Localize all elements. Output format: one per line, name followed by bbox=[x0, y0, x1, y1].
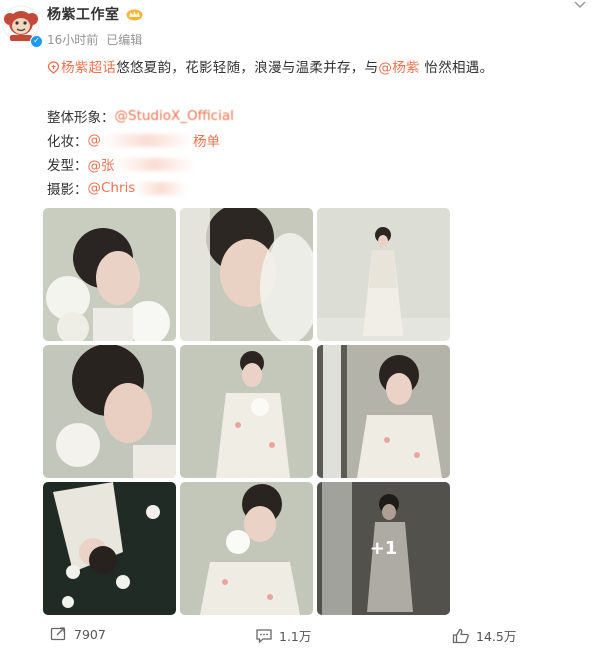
comment-button[interactable]: 1.1万 bbox=[255, 626, 311, 645]
credit-label: 摄影： bbox=[47, 182, 88, 198]
photo-holding-flower bbox=[180, 345, 313, 478]
redacted-text bbox=[135, 181, 188, 195]
photo-9[interactable]: +1 bbox=[317, 482, 450, 615]
chevron-down-icon[interactable] bbox=[573, 0, 587, 10]
credit-handle[interactable]: @Chris bbox=[88, 180, 136, 196]
credit-line-hair: 发型： @张 bbox=[47, 154, 195, 174]
post-text: 杨紫超话悠悠夏韵，花影轻随，浪漫与温柔并存，与@杨紫 怡然相遇。 bbox=[47, 59, 577, 77]
comment-count: 1.1万 bbox=[279, 629, 312, 644]
photo-3[interactable] bbox=[317, 208, 450, 341]
photo-portrait-flowers bbox=[43, 208, 176, 341]
more-photos-overlay[interactable]: +1 bbox=[317, 482, 450, 615]
photo-full-dress bbox=[317, 208, 450, 341]
photo-4[interactable] bbox=[43, 345, 176, 478]
like-icon bbox=[452, 628, 469, 643]
post-body-text-2: 怡然相遇。 bbox=[419, 60, 494, 76]
post-time[interactable]: 16小时前 bbox=[47, 31, 98, 48]
mention-link[interactable]: @杨紫 bbox=[378, 60, 419, 76]
credit-handle[interactable]: @张 bbox=[88, 154, 115, 174]
photo-5[interactable] bbox=[180, 345, 313, 478]
photo-portrait-blur bbox=[180, 208, 313, 341]
post-meta: 16小时前 已编辑 bbox=[47, 31, 142, 48]
crown-badge-icon[interactable] bbox=[126, 8, 143, 21]
redacted-text bbox=[114, 157, 195, 171]
post-body-text-1: 悠悠夏韵，花影轻随，浪漫与温柔并存，与 bbox=[116, 60, 379, 76]
credit-line-styling: 整体形象： @StudioX_Official bbox=[47, 106, 234, 126]
photo-7[interactable] bbox=[43, 482, 176, 615]
verified-icon: ✓ bbox=[30, 35, 43, 48]
action-bar: 7907 1.1万 14.5万 bbox=[0, 620, 593, 648]
author-name[interactable]: 杨紫工作室 bbox=[47, 4, 120, 24]
share-count: 7907 bbox=[74, 626, 106, 642]
credit-label: 化妆： bbox=[47, 134, 88, 150]
photo-2[interactable] bbox=[180, 208, 313, 341]
comment-icon bbox=[256, 628, 272, 643]
credit-label: 发型： bbox=[47, 158, 88, 174]
redacted-text bbox=[101, 133, 193, 147]
photo-lying-flowers bbox=[43, 482, 176, 615]
topic-label: 杨紫超话 bbox=[61, 60, 117, 76]
credit-handle[interactable]: @ bbox=[88, 132, 102, 148]
credit-line-makeup: 化妆： @ 杨单 bbox=[47, 130, 220, 150]
photo-rose-closeup bbox=[180, 482, 313, 615]
like-count: 14.5万 bbox=[476, 629, 517, 644]
photo-1[interactable] bbox=[43, 208, 176, 341]
share-button[interactable]: 7907 bbox=[50, 626, 106, 642]
weibo-post-card: ✓ 杨紫工作室 16小时前 已编辑 杨紫超话悠悠夏韵，花影轻随，浪漫与温柔并存，… bbox=[0, 0, 593, 648]
like-button[interactable]: 14.5万 bbox=[452, 626, 516, 645]
photo-6[interactable] bbox=[317, 345, 450, 478]
photo-closeup-flower bbox=[43, 345, 176, 478]
credit-line-photo: 摄影： @Chris bbox=[47, 178, 188, 198]
credit-handle-suffix[interactable]: 杨单 bbox=[193, 130, 220, 150]
share-icon bbox=[50, 627, 66, 641]
edited-label[interactable]: 已编辑 bbox=[106, 31, 142, 48]
photo-8[interactable] bbox=[180, 482, 313, 615]
author-row: 杨紫工作室 bbox=[47, 5, 143, 23]
topic-icon bbox=[47, 61, 60, 74]
credit-handle[interactable]: @StudioX_Official bbox=[115, 108, 234, 124]
topic-link[interactable]: 杨紫超话 bbox=[47, 60, 116, 76]
photo-window bbox=[317, 345, 450, 478]
credit-label: 整体形象： bbox=[47, 110, 115, 126]
